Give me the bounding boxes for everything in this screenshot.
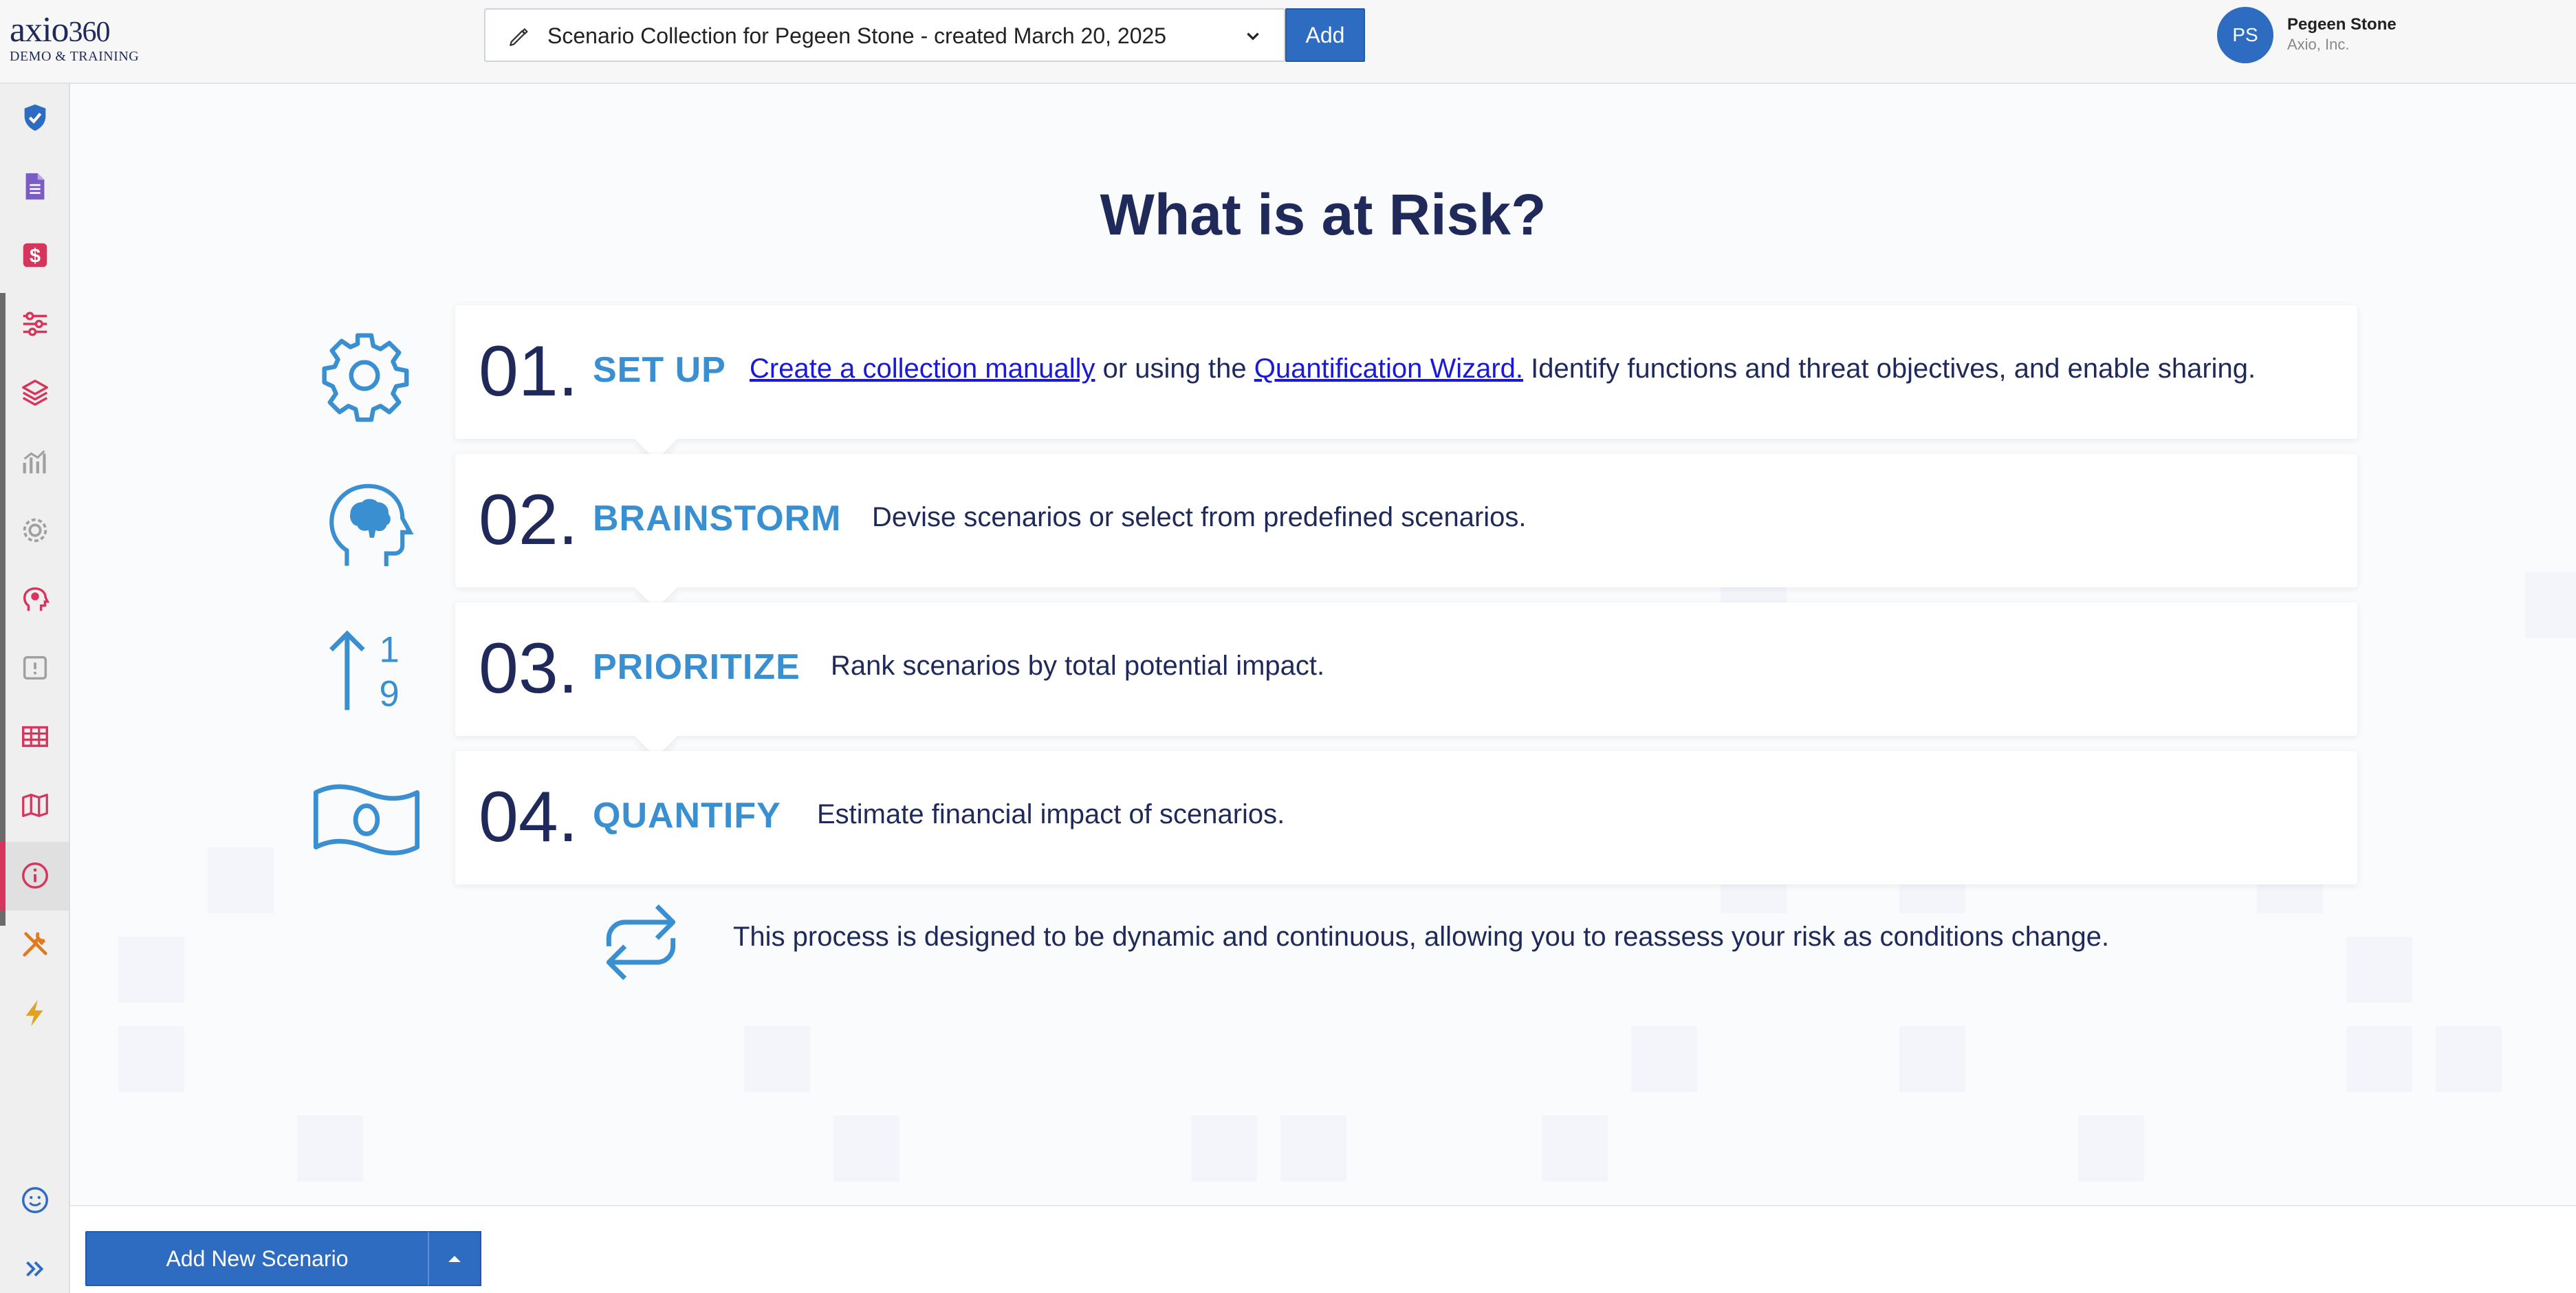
background-tile: [2346, 937, 2412, 1003]
collection-select-value: Scenario Collection for Pegeen Stone - c…: [547, 23, 1167, 48]
background-tile: [1899, 1026, 1965, 1092]
map-icon[interactable]: [19, 790, 51, 821]
step-label: QUANTIFY: [593, 796, 781, 836]
brain-head-icon: [329, 483, 414, 567]
main-content: What is at Risk? 01. SET UP Create a col…: [70, 84, 2576, 1205]
money-bill-icon: [313, 784, 420, 856]
shield-check-icon[interactable]: [19, 102, 51, 133]
tools-icon[interactable]: [19, 928, 51, 960]
caret-up-icon: [448, 1256, 461, 1262]
alert-box-icon[interactable]: [19, 652, 51, 684]
footer-bar: Add New Scenario: [70, 1205, 2576, 1293]
sidebar: $: [0, 84, 70, 1293]
layers-icon[interactable]: [19, 377, 51, 409]
pencil-icon: [510, 28, 528, 46]
document-icon[interactable]: [19, 171, 51, 202]
background-tile: [1191, 1116, 1257, 1182]
background-tile: [2078, 1116, 2144, 1182]
collection-select[interactable]: Scenario Collection for Pegeen Stone - c…: [484, 8, 1285, 62]
svg-text:9: 9: [379, 674, 399, 715]
step-number: 02.: [479, 480, 578, 560]
background-tile: [833, 1116, 899, 1182]
step-description: Rank scenarios by total potential impact…: [831, 651, 1325, 681]
step-number: 01.: [479, 332, 578, 411]
top-header: axio360 DEMO & TRAINING Scenario Collect…: [0, 0, 2576, 84]
step-label: SET UP: [593, 350, 726, 390]
background-tile: [118, 937, 184, 1003]
background-tile: [2525, 572, 2576, 638]
add-scenario-dropdown-toggle[interactable]: [428, 1231, 481, 1286]
add-collection-button[interactable]: Add: [1285, 8, 1365, 62]
gear-icon: [322, 333, 409, 422]
analytics-icon[interactable]: [19, 446, 51, 477]
sort-numeric-icon: 1 9: [329, 629, 400, 715]
background-tile: [297, 1116, 363, 1182]
bolt-icon[interactable]: [19, 997, 51, 1029]
add-new-scenario-button[interactable]: Add New Scenario: [85, 1231, 429, 1286]
background-tile: [1542, 1116, 1608, 1182]
smiley-icon[interactable]: [19, 1184, 51, 1216]
table-icon[interactable]: [19, 721, 51, 752]
svg-text:$: $: [30, 246, 41, 268]
step-card-quantify: 04. QUANTIFY Estimate financial impact o…: [455, 751, 2357, 884]
sidebar-section-rail: [0, 293, 6, 926]
logo-name: axio: [10, 10, 69, 50]
cycle-arrows-icon: [606, 904, 676, 980]
step-card-setup: 01. SET UP Create a collection manually …: [455, 305, 2357, 461]
svg-text:1: 1: [379, 629, 399, 670]
info-icon[interactable]: [19, 860, 51, 891]
expand-icon[interactable]: [19, 1253, 51, 1285]
step-label: BRAINSTORM: [593, 499, 842, 539]
brain-head-icon[interactable]: [19, 583, 51, 615]
dollar-icon[interactable]: $: [19, 239, 51, 271]
chevron-down-icon: [1247, 32, 1259, 41]
step-description: Estimate financial impact of scenarios.: [817, 799, 1285, 829]
app-logo[interactable]: axio360 DEMO & TRAINING: [10, 10, 140, 65]
avatar[interactable]: PS: [2217, 7, 2273, 63]
background-tile: [208, 847, 274, 913]
step-card-brainstorm: 02. BRAINSTORM Devise scenarios or selec…: [455, 454, 2357, 609]
background-tile: [1280, 1116, 1346, 1182]
step-description: Create a collection manually or using th…: [750, 354, 2256, 384]
background-tile: [744, 1026, 810, 1092]
create-collection-manually-link[interactable]: Create a collection manually: [750, 354, 1095, 384]
background-tile: [1631, 1026, 1697, 1092]
step-label: PRIORITIZE: [593, 647, 800, 687]
process-note: This process is designed to be dynamic a…: [733, 922, 2110, 952]
page-title: What is at Risk?: [1100, 182, 1547, 247]
logo-subtitle: DEMO & TRAINING: [10, 49, 140, 64]
user-name: Pegeen Stone: [2287, 15, 2397, 34]
background-tile: [118, 1026, 184, 1092]
step-card-prioritize: 03. PRIORITIZE Rank scenarios by total p…: [455, 602, 2357, 758]
background-tile: [2436, 1026, 2502, 1092]
user-org: Axio, Inc.: [2287, 36, 2350, 53]
step-number: 04.: [479, 777, 578, 857]
gear-badge-icon[interactable]: [19, 514, 51, 546]
step-description: Devise scenarios or select from predefin…: [872, 502, 1527, 532]
background-tile: [2346, 1026, 2412, 1092]
sliders-icon[interactable]: [19, 308, 51, 340]
quantification-wizard-link[interactable]: Quantification Wizard.: [1254, 354, 1523, 384]
step-number: 03.: [479, 629, 578, 708]
logo-number: 360: [68, 17, 111, 48]
